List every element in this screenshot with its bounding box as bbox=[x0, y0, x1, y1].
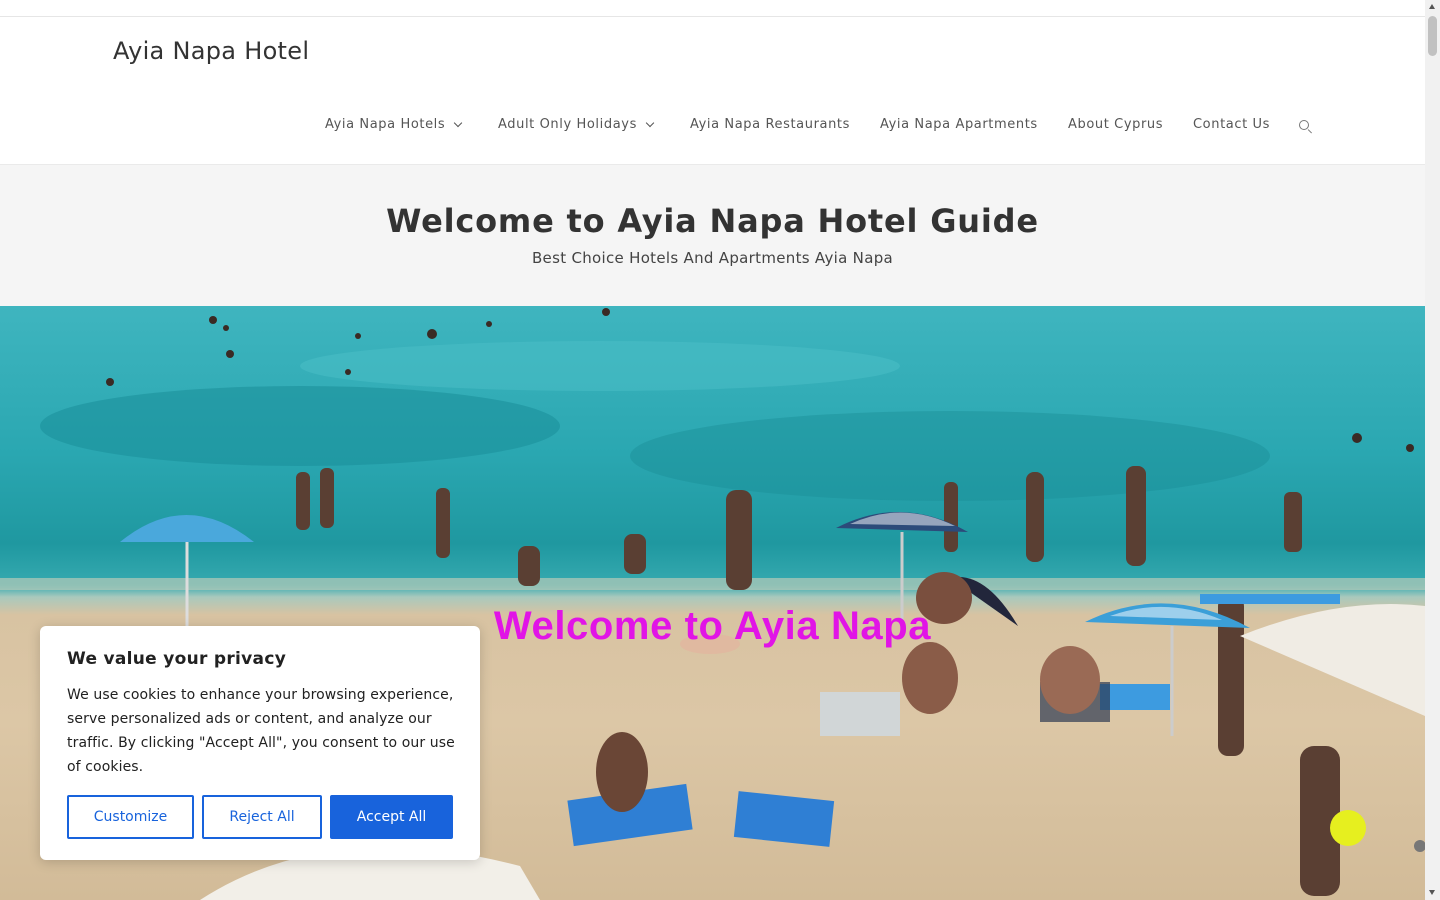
page-subtitle: Best Choice Hotels And Apartments Ayia N… bbox=[531, 249, 894, 267]
reject-all-button[interactable]: Reject All bbox=[202, 795, 322, 839]
main-nav: Ayia Napa Hotels Adult Only Holidays Ayi… bbox=[0, 117, 1425, 137]
cookie-description: We use cookies to enhance your browsing … bbox=[67, 687, 455, 775]
nav-item-label: Ayia Napa Hotels bbox=[325, 117, 446, 132]
cookie-consent-banner: We value your privacy We use cookies to … bbox=[40, 626, 480, 860]
nav-item-ayia-napa-hotels[interactable]: Ayia Napa Hotels bbox=[325, 117, 463, 132]
scroll-down-arrow-icon[interactable] bbox=[1429, 890, 1435, 895]
chevron-down-icon bbox=[645, 118, 655, 127]
page-hero: Welcome to Ayia Napa Hotel Guide Best Ch… bbox=[0, 165, 1425, 306]
site-header: Ayia Napa Hotel Ayia Napa Hotels Adult O… bbox=[0, 17, 1425, 165]
accept-all-button[interactable]: Accept All bbox=[330, 795, 453, 839]
top-bar bbox=[0, 0, 1425, 17]
nav-item-label: Ayia Napa Apartments bbox=[880, 117, 1038, 132]
search-icon[interactable] bbox=[1299, 120, 1313, 134]
chevron-down-icon bbox=[454, 118, 463, 127]
scrollbar[interactable] bbox=[1425, 0, 1440, 900]
nav-item-ayia-napa-apartments[interactable]: Ayia Napa Apartments bbox=[880, 117, 1038, 132]
scrollbar-thumb[interactable] bbox=[1428, 16, 1437, 56]
page-title: Welcome to Ayia Napa Hotel Guide bbox=[386, 202, 1039, 240]
nav-item-ayia-napa-restaurants[interactable]: Ayia Napa Restaurants bbox=[690, 117, 850, 132]
nav-item-label: Ayia Napa Restaurants bbox=[690, 117, 850, 132]
scroll-up-arrow-icon[interactable] bbox=[1429, 4, 1435, 9]
cookie-heading: We value your privacy bbox=[67, 649, 287, 669]
nav-item-contact-us[interactable]: Contact Us bbox=[1193, 117, 1270, 132]
customize-button[interactable]: Customize bbox=[67, 795, 194, 839]
nav-item-about-cyprus[interactable]: About Cyprus bbox=[1068, 117, 1163, 132]
site-title[interactable]: Ayia Napa Hotel bbox=[113, 37, 309, 65]
nav-item-label: About Cyprus bbox=[1068, 117, 1164, 132]
nav-item-label: Contact Us bbox=[1193, 117, 1270, 132]
nav-item-label: Adult Only Holidays bbox=[498, 117, 637, 132]
nav-item-adult-only-holidays[interactable]: Adult Only Holidays bbox=[498, 117, 655, 132]
